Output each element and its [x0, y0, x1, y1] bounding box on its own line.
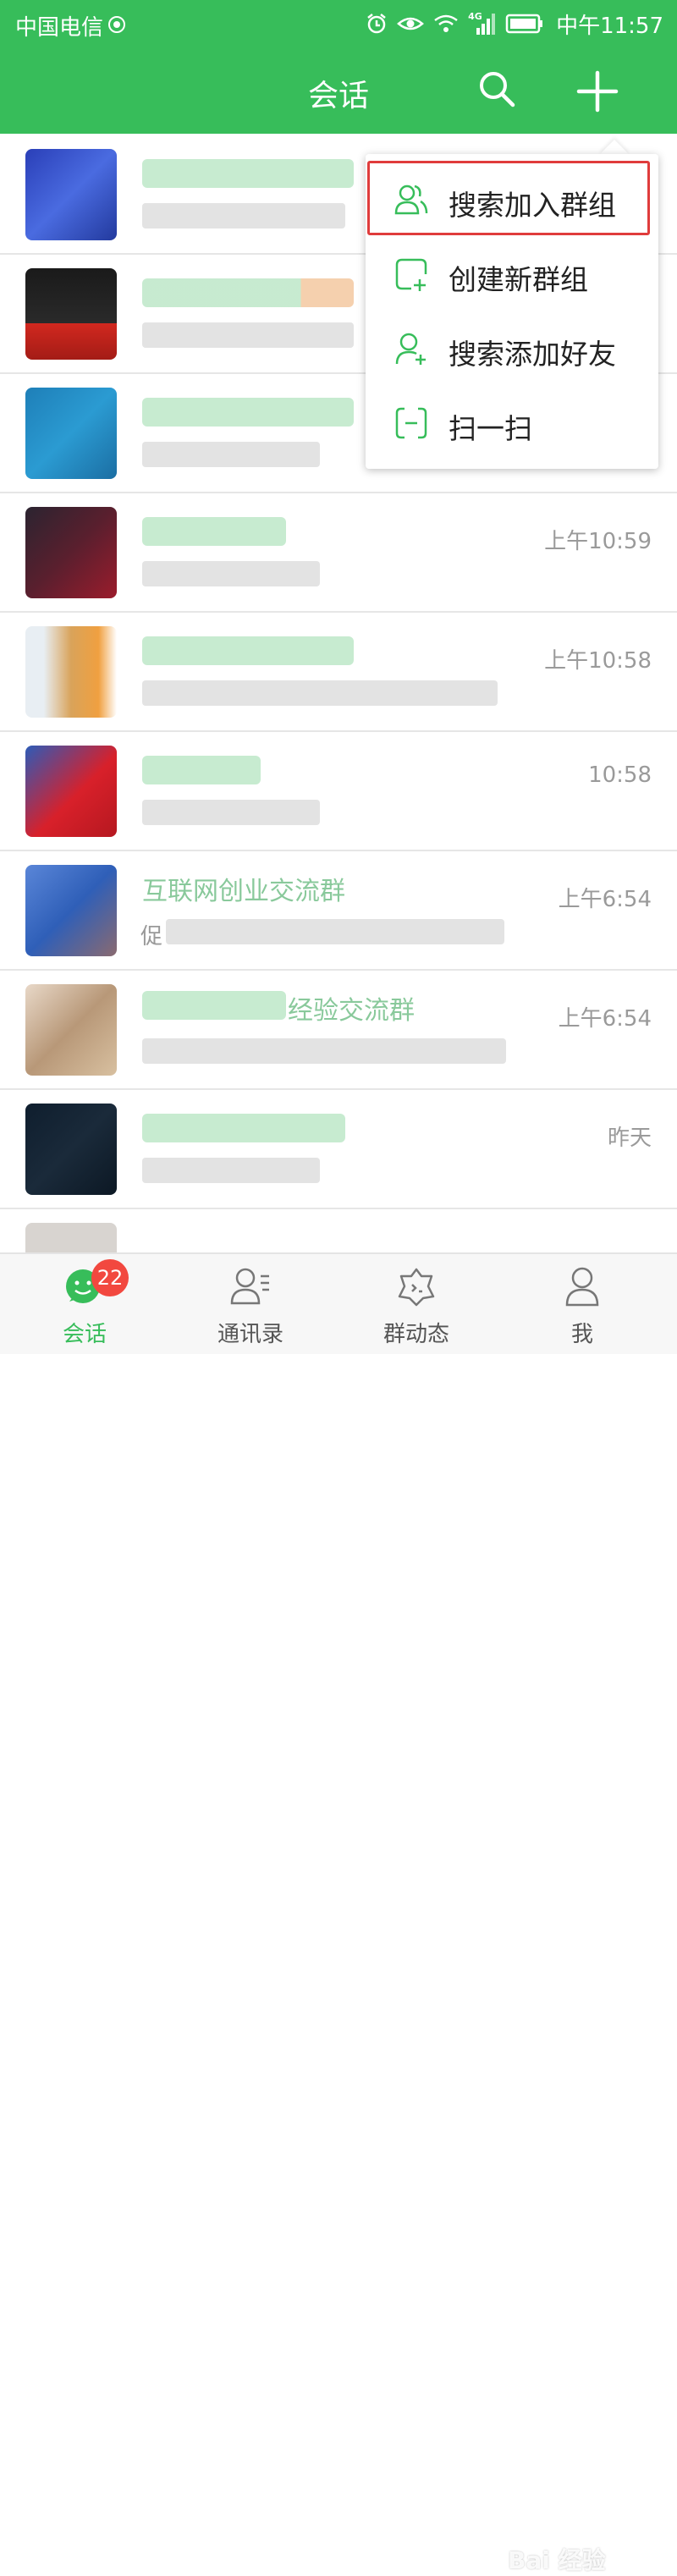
carrier-text: 中国电信	[15, 15, 104, 41]
blurred-preview	[142, 1038, 506, 1064]
tab-contacts[interactable]: 通讯录	[166, 1254, 335, 1356]
tab-chats[interactable]: 22 会话	[0, 1254, 169, 1356]
search-icon	[480, 72, 515, 107]
tab-me[interactable]: 我	[498, 1254, 667, 1356]
chat-row[interactable]: 上午10:58	[0, 611, 677, 732]
avatar	[25, 865, 117, 956]
unread-badge: 22	[91, 1259, 129, 1296]
contacts-icon	[230, 1268, 269, 1305]
avatar	[25, 984, 117, 1076]
group-feed-icon	[398, 1268, 435, 1307]
alarm-icon	[367, 14, 386, 34]
eye-icon	[397, 17, 424, 30]
blurred-preview	[142, 800, 320, 825]
search-button[interactable]	[476, 68, 520, 112]
plus-icon	[576, 70, 619, 113]
title-bar: 会话	[0, 47, 677, 134]
watermark: Bai 经验	[508, 2546, 606, 2574]
tab-label: 会话	[62, 1322, 107, 1347]
blurred-name	[142, 756, 261, 784]
battery-icon	[505, 14, 543, 34]
chat-row[interactable]: 上午10:59	[0, 492, 677, 613]
add-menu-button[interactable]	[574, 68, 621, 115]
chat-time: 上午6:54	[558, 1006, 652, 1032]
chat-preview-partial: 促	[140, 924, 163, 949]
status-bar: 中国电信 4G 中午11:57	[0, 0, 677, 47]
chat-time: 上午10:58	[544, 648, 652, 674]
menu-item-add-friend[interactable]: 搜索添加好友	[366, 311, 658, 386]
blurred-preview	[166, 919, 504, 944]
blurred-preview	[142, 680, 498, 706]
profile-icon	[565, 1267, 599, 1307]
add-friend-icon	[395, 333, 426, 365]
chat-row[interactable]	[0, 1208, 677, 1252]
avatar	[25, 507, 117, 598]
avatar	[25, 268, 117, 360]
blurred-preview	[142, 442, 320, 467]
app-header: 中国电信 4G 中午11:57 会话	[0, 0, 677, 134]
avatar	[25, 388, 117, 479]
chat-time: 10:58	[588, 762, 652, 788]
chat-time: 上午6:54	[558, 887, 652, 912]
blurred-name	[142, 278, 354, 307]
menu-label: 搜索添加好友	[449, 338, 616, 371]
blurred-name	[142, 1114, 345, 1142]
menu-label: 扫一扫	[449, 412, 532, 445]
scan-icon	[395, 407, 427, 439]
wifi-icon	[434, 14, 458, 32]
chat-row[interactable]: 经验交流群 上午6:54	[0, 969, 677, 1090]
avatar	[25, 1223, 117, 1252]
blurred-name	[142, 517, 286, 546]
chat-row[interactable]: 昨天	[0, 1088, 677, 1209]
clock: 中午11:57	[556, 13, 663, 39]
blurred-name	[142, 159, 354, 188]
bottom-tab-bar: 22 会话 通讯录 群动态 我 Bai 经验	[0, 1252, 677, 2574]
tab-label: 群动态	[383, 1322, 449, 1347]
chat-time: 昨天	[607, 1126, 652, 1151]
blurred-name	[142, 398, 354, 427]
blurred-preview	[142, 322, 354, 348]
menu-item-scan[interactable]: 扫一扫	[366, 386, 658, 460]
status-icons: 4G 中午11:57	[365, 8, 663, 39]
tab-label: 通讯录	[217, 1322, 283, 1347]
blurred-name	[142, 991, 286, 1020]
blurred-name	[142, 636, 354, 665]
create-group-icon	[395, 258, 427, 291]
avatar	[25, 746, 117, 837]
tab-label: 我	[570, 1322, 593, 1347]
chat-row[interactable]: 10:58	[0, 730, 677, 851]
highlight-frame	[367, 161, 650, 235]
chat-name: 互联网创业交流群	[142, 877, 345, 906]
blurred-preview	[142, 561, 320, 586]
signal-icon: 4G	[468, 11, 497, 36]
blurred-preview	[142, 1158, 320, 1183]
avatar	[25, 1104, 117, 1195]
menu-label: 创建新群组	[449, 263, 588, 296]
chat-time: 上午10:59	[544, 529, 652, 554]
carrier-label: 中国电信	[15, 10, 126, 41]
tab-group-feed[interactable]: 群动态	[332, 1254, 501, 1356]
avatar	[25, 149, 117, 240]
chat-name: 经验交流群	[288, 996, 415, 1026]
blurred-preview	[142, 203, 345, 228]
carrier-status-icon	[108, 16, 126, 33]
avatar	[25, 626, 117, 718]
chat-row[interactable]: 互联网创业交流群 促 上午6:54	[0, 850, 677, 971]
menu-item-create-group[interactable]: 创建新群组	[366, 237, 658, 311]
